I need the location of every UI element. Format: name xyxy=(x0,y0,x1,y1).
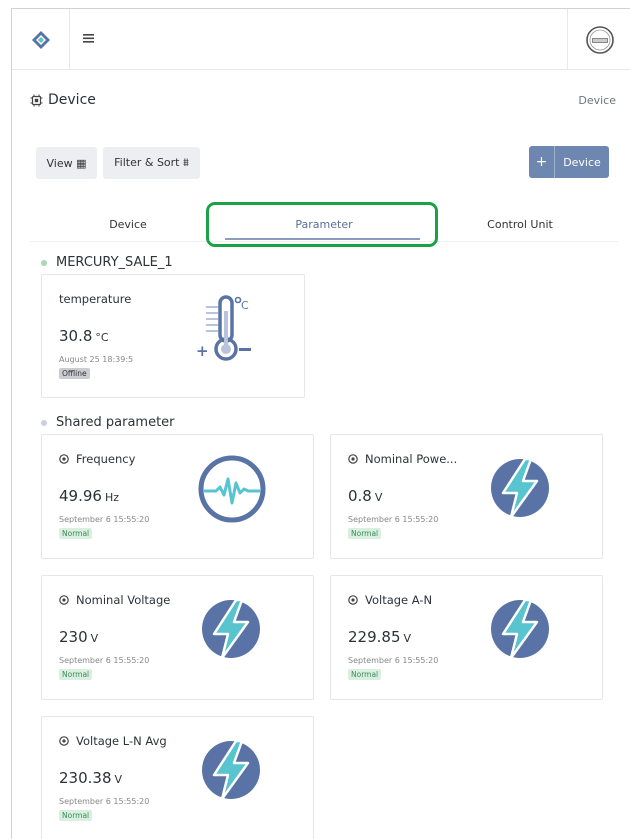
card-value-number: 49.96 xyxy=(59,487,102,505)
diamond-logo-icon xyxy=(31,30,50,49)
add-device-button[interactable]: + Device xyxy=(529,146,609,178)
parameter-card-voltage-a-n[interactable]: Voltage A-N 229.85 V September 6 15:55:20… xyxy=(330,575,603,700)
parameter-icon xyxy=(59,736,69,746)
parameter-icon xyxy=(59,595,69,605)
avatar-box[interactable] xyxy=(567,9,630,70)
group-title-text: MERCURY_SALE_1 xyxy=(56,255,173,270)
card-name-text: Voltage A-N xyxy=(365,593,433,607)
filter-sort-button[interactable]: Filter & Sort ⩩ xyxy=(103,147,200,179)
logo-box[interactable] xyxy=(12,9,70,70)
hamburger-menu-icon[interactable] xyxy=(82,31,96,45)
status-badge: Normal xyxy=(59,810,93,821)
parameter-icon xyxy=(348,595,358,605)
card-timestamp: September 6 15:55:20 xyxy=(348,515,439,524)
lightning-icon xyxy=(202,598,260,660)
card-value-unit: °C xyxy=(95,331,109,344)
parameter-card-nominal-power[interactable]: Nominal Powe... 0.8 V September 6 15:55:2… xyxy=(330,434,603,559)
card-value-unit: V xyxy=(90,632,99,645)
card-timestamp: August 25 18:39:5 xyxy=(59,355,134,364)
card-value-number: 230.38 xyxy=(59,769,112,787)
status-badge: Offline xyxy=(59,368,90,379)
card-value: 0.8 V xyxy=(348,487,382,505)
group-dot xyxy=(41,419,47,426)
card-timestamp: September 6 15:55:20 xyxy=(59,797,150,806)
lightning-icon xyxy=(491,598,549,660)
add-device-label: Device xyxy=(563,155,601,169)
chip-icon xyxy=(30,94,43,106)
status-badge: Normal xyxy=(59,669,93,680)
card-timestamp: September 6 15:55:20 xyxy=(348,656,439,665)
svg-text:C: C xyxy=(241,299,249,312)
card-value-number: 229.85 xyxy=(348,628,401,646)
card-timestamp: September 6 15:55:20 xyxy=(59,656,150,665)
tab-device[interactable]: Device xyxy=(30,218,226,231)
top-bar xyxy=(12,9,630,70)
lightning-icon xyxy=(491,457,549,519)
status-badge: Normal xyxy=(348,528,382,539)
status-badge: Normal xyxy=(59,528,93,539)
card-name-text: Nominal Voltage xyxy=(76,593,171,607)
tab-highlight-box xyxy=(206,202,438,247)
company-avatar-icon xyxy=(585,25,614,54)
plus-icon: + xyxy=(529,146,555,178)
svg-text:+: + xyxy=(196,342,209,360)
group-title-shared-parameter: Shared parameter xyxy=(41,415,175,430)
card-value-number: 230 xyxy=(59,628,88,646)
tab-control-unit[interactable]: Control Unit xyxy=(422,218,618,231)
app-frame: Device Device View ▦ Filter & Sort ⩩ + D… xyxy=(11,8,630,839)
card-name-text: Frequency xyxy=(76,452,136,466)
parameter-card-frequency[interactable]: Frequency 49.96 Hz September 6 15:55:20 N… xyxy=(41,434,314,559)
page-title: Device xyxy=(48,92,96,108)
card-value: 229.85 V xyxy=(348,628,411,646)
card-name-text: Voltage L-N Avg xyxy=(76,734,167,748)
card-name: Voltage A-N xyxy=(348,593,432,607)
card-name-text: temperature xyxy=(59,292,132,306)
card-value: 49.96 Hz xyxy=(59,487,119,505)
card-name-text: Nominal Powe... xyxy=(365,452,458,466)
status-badge: Normal xyxy=(348,669,382,680)
card-value: 230 V xyxy=(59,628,98,646)
card-name: Nominal Powe... xyxy=(348,452,457,466)
card-value-unit: Hz xyxy=(104,491,119,504)
parameter-card-nominal-voltage[interactable]: Nominal Voltage 230 V September 6 15:55:2… xyxy=(41,575,314,700)
group-dot xyxy=(41,259,47,266)
view-button[interactable]: View ▦ xyxy=(36,147,97,179)
group-title-mercury-sale: MERCURY_SALE_1 xyxy=(41,255,173,270)
breadcrumb[interactable]: Device xyxy=(578,94,616,107)
parameter-icon xyxy=(348,454,358,464)
card-name: Nominal Voltage xyxy=(59,593,170,607)
parameter-card-temperature[interactable]: temperature 30.8 °C August 25 18:39:5 Off… xyxy=(41,274,305,398)
group-title-text: Shared parameter xyxy=(56,415,175,430)
card-timestamp: September 6 15:55:20 xyxy=(59,515,150,524)
card-name: Frequency xyxy=(59,452,135,466)
card-value-unit: V xyxy=(114,773,123,786)
thermometer-icon: C + xyxy=(196,295,251,361)
card-value-unit: V xyxy=(374,491,383,504)
card-value: 30.8 °C xyxy=(59,327,109,345)
lightning-icon xyxy=(202,739,260,801)
card-name: temperature xyxy=(59,292,131,306)
card-value-number: 30.8 xyxy=(59,327,93,345)
card-name: Voltage L-N Avg xyxy=(59,734,167,748)
parameter-card-voltage-l-n-avg[interactable]: Voltage L-N Avg 230.38 V September 6 15:5… xyxy=(41,716,314,839)
card-value-unit: V xyxy=(403,632,412,645)
card-value-number: 0.8 xyxy=(348,487,372,505)
parameter-icon xyxy=(59,454,69,464)
card-value: 230.38 V xyxy=(59,769,122,787)
page-heading: Device xyxy=(30,92,96,108)
waveform-icon xyxy=(198,455,266,523)
